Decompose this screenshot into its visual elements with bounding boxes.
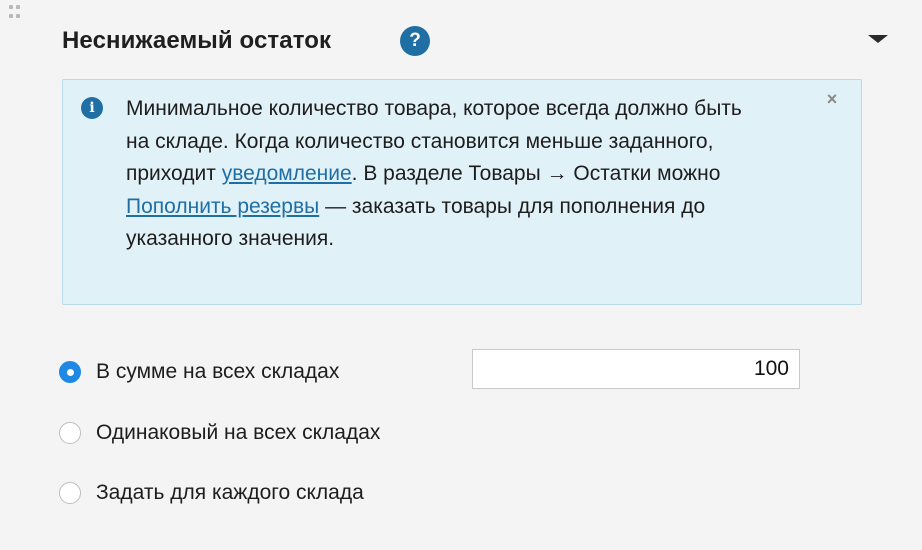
notification-link[interactable]: уведомление [222,162,352,185]
info-text-part2: . В разделе Товары → Остатки можно [351,162,721,185]
info-notice: i × Минимальное количество товара, котор… [62,79,862,305]
minimum-stock-panel: Неснижаемый остаток ? i × Минимальное ко… [0,0,922,550]
help-icon[interactable]: ? [400,26,430,56]
caret-down-icon[interactable] [868,35,888,43]
info-icon: i [81,97,103,119]
minimum-stock-input[interactable] [472,349,800,389]
close-icon[interactable]: × [823,90,841,108]
radio-button-checked[interactable] [59,361,81,383]
option-label: В сумме на всех складах [96,360,340,383]
radio-button[interactable] [59,422,81,444]
option-label: Одинаковый на всех складах [96,421,381,444]
section-title: Неснижаемый остаток [62,27,332,54]
option-per-warehouse[interactable]: Задать для каждого склада [59,481,364,505]
info-text: Минимальное количество товара, которое в… [126,93,766,256]
option-sum-all-warehouses[interactable]: В сумме на всех складах [59,360,339,384]
option-same-all-warehouses[interactable]: Одинаковый на всех складах [59,421,380,445]
radio-button[interactable] [59,482,81,504]
replenish-reserves-link[interactable]: Пополнить резервы [126,195,319,218]
drag-handle-icon[interactable] [9,5,23,19]
option-label: Задать для каждого склада [96,481,364,504]
